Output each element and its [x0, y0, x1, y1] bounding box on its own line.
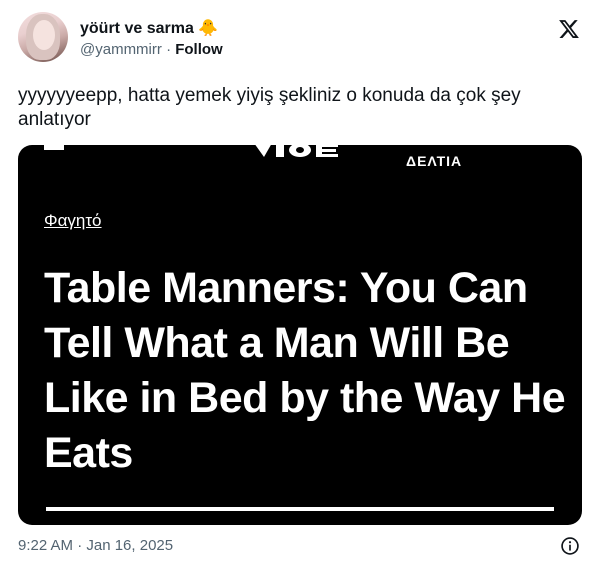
handle-separator: · [166, 41, 172, 58]
avatar-face [33, 20, 55, 50]
tweet-header: yöürt ve sarma 🐥 @yammmirr · Follow [18, 12, 582, 64]
tweet-timestamp[interactable]: 9:22 AM · Jan 16, 2025 [18, 537, 173, 554]
author-emoji: 🐥 [198, 20, 219, 37]
handle-row: @yammmirr · Follow [80, 41, 223, 58]
category-link[interactable]: Φαγητό [44, 211, 102, 231]
author-handle[interactable]: @yammmirr [80, 41, 162, 58]
follow-button[interactable]: Follow [175, 41, 223, 58]
section-label[interactable]: ΔΕΛΤΙΑ [406, 153, 462, 169]
divider [46, 507, 554, 511]
author-name[interactable]: yöürt ve sarma [80, 20, 194, 37]
info-icon[interactable] [560, 536, 580, 556]
article-card[interactable]: ΔΕΛΤΙΑ Φαγητό Table Manners: You Can Tel… [18, 145, 582, 525]
tweet-text: yyyyyyeepp, hatta yemek yiyiş şekliniz o… [18, 85, 521, 130]
x-logo-icon[interactable] [558, 18, 580, 40]
vice-logo-icon [255, 145, 338, 157]
author-name-row[interactable]: yöürt ve sarma 🐥 [80, 18, 218, 38]
hamburger-menu-icon[interactable] [44, 145, 64, 150]
avatar[interactable] [18, 12, 68, 62]
article-headline[interactable]: Table Manners: You Can Tell What a Man W… [44, 261, 569, 481]
